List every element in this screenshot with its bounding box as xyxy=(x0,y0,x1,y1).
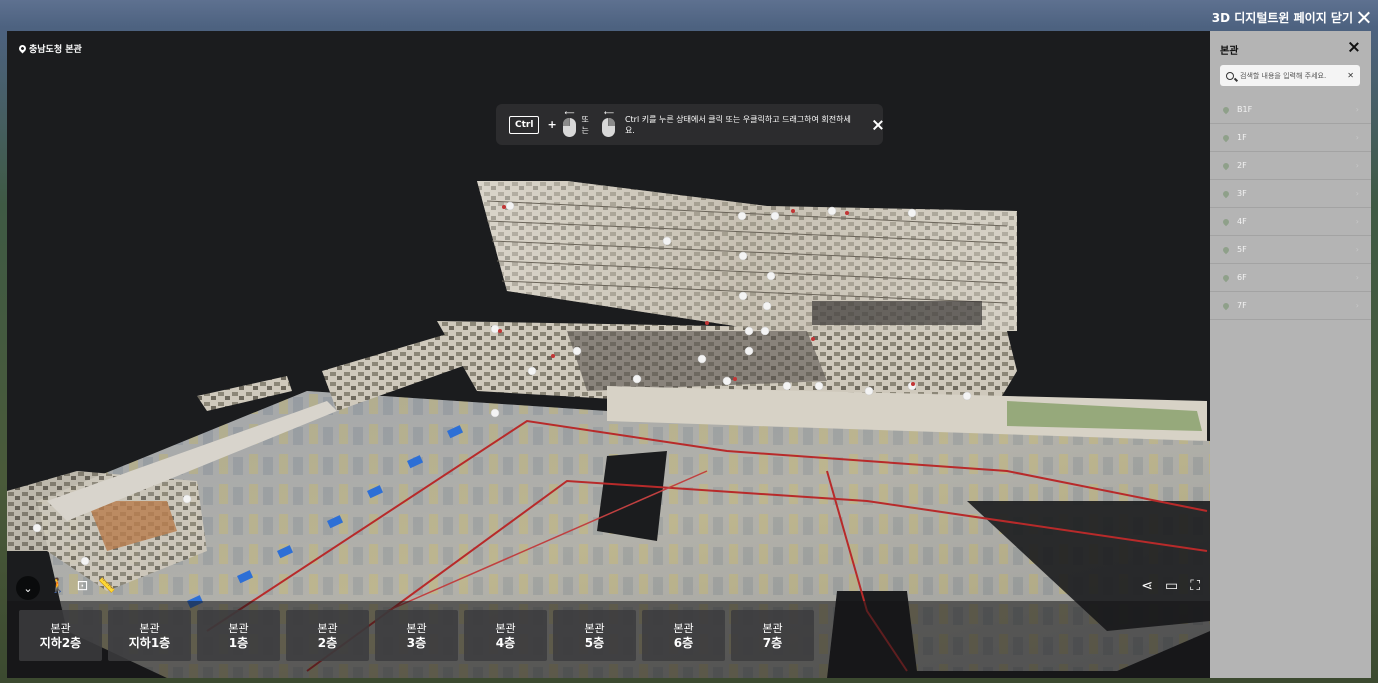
floor-building: 본관 xyxy=(584,621,605,635)
close-page-button[interactable]: 3D 디지털트윈 페이지 닫기 xyxy=(1212,9,1370,26)
close-icon[interactable] xyxy=(1349,42,1359,52)
location-pin-icon xyxy=(17,43,28,54)
pin-icon xyxy=(1221,301,1231,310)
pin-icon xyxy=(1221,273,1231,282)
ctrl-key-icon: Ctrl xyxy=(509,115,540,134)
mouse-right-click-icon: ⟵ xyxy=(602,109,615,137)
floor-button-b2[interactable]: 본관 지하2층 xyxy=(19,610,102,661)
top-bar: 3D 디지털트윈 페이지 닫기 xyxy=(0,0,1378,31)
floor-item-label: 7F xyxy=(1237,301,1247,310)
chevron-right-icon: › xyxy=(1355,189,1359,198)
floor-building: 본관 xyxy=(139,621,160,635)
search-input[interactable] xyxy=(1240,71,1340,80)
share-icon[interactable]: ⋖ xyxy=(1141,578,1153,594)
floor-button-3[interactable]: 본관 3층 xyxy=(375,610,458,661)
mouse-left-click-icon: ⟵ xyxy=(562,109,576,137)
floor-building: 본관 xyxy=(228,621,249,635)
3d-viewer[interactable]: 충남도청 본관 Ctrl + ⟵ 또는 ⟵ Ctrl 키를 누른 상태에서 클릭… xyxy=(7,31,1210,678)
chevron-right-icon: › xyxy=(1355,273,1359,282)
floor-button-1[interactable]: 본관 1층 xyxy=(197,610,280,661)
search-icon xyxy=(1226,71,1234,80)
floor-label: 6층 xyxy=(673,635,694,650)
floor-button-5[interactable]: 본관 5층 xyxy=(553,610,636,661)
chevron-down-icon: ⌄ xyxy=(23,581,33,595)
floor-label: 4층 xyxy=(495,635,516,650)
hint-text: Ctrl 키를 누른 상태에서 클릭 또는 우클릭하고 드래그하여 회전하세요. xyxy=(624,114,851,135)
floor-item-label: 3F xyxy=(1237,189,1247,198)
floor-label: 3층 xyxy=(406,635,427,650)
pin-icon xyxy=(1221,161,1231,170)
floor-label: 1층 xyxy=(228,635,249,650)
floor-button-7[interactable]: 본관 7층 xyxy=(731,610,814,661)
floor-list-item[interactable]: 7F › xyxy=(1210,292,1371,320)
view-mode-tools: 🚶 ⊡ 📏 xyxy=(49,578,116,594)
floor-list-item[interactable]: 2F › xyxy=(1210,152,1371,180)
floor-buttons: 본관 지하2층 본관 지하1층 본관 1층 본관 2층 본관 3층 본관 4층 … xyxy=(19,610,814,661)
vr-icon[interactable]: ▭ xyxy=(1165,578,1178,594)
floor-building: 본관 xyxy=(673,621,694,635)
floor-list-item[interactable]: B1F › xyxy=(1210,96,1371,124)
floor-list: B1F › 1F › 2F › 3F › 4F › 5F › 6F › 7F › xyxy=(1210,96,1371,320)
floor-list-item[interactable]: 4F › xyxy=(1210,208,1371,236)
floor-label: 지하1층 xyxy=(128,635,171,650)
clear-search-icon[interactable]: ✕ xyxy=(1347,71,1354,80)
or-label: 또는 xyxy=(581,114,589,135)
floor-building: 본관 xyxy=(50,621,71,635)
plus-sign: + xyxy=(547,118,557,131)
hint-close-icon[interactable] xyxy=(873,120,883,130)
floor-item-label: 1F xyxy=(1237,133,1247,142)
floor-button-b1[interactable]: 본관 지하1층 xyxy=(108,610,191,661)
floor-button-4[interactable]: 본관 4층 xyxy=(464,610,547,661)
floor-button-2[interactable]: 본관 2층 xyxy=(286,610,369,661)
rotate-hint-toast: Ctrl + ⟵ 또는 ⟵ Ctrl 키를 누른 상태에서 클릭 또는 우클릭하… xyxy=(496,104,883,145)
walk-icon[interactable]: 🚶 xyxy=(49,578,66,594)
floor-list-item[interactable]: 1F › xyxy=(1210,124,1371,152)
search-box: ✕ xyxy=(1220,65,1360,86)
chevron-right-icon: › xyxy=(1355,133,1359,142)
floor-label: 7층 xyxy=(762,635,783,650)
floor-item-label: 2F xyxy=(1237,161,1247,170)
floor-label: 지하2층 xyxy=(39,635,82,650)
floor-label: 5층 xyxy=(584,635,605,650)
floor-building: 본관 xyxy=(406,621,427,635)
floor-item-label: 5F xyxy=(1237,245,1247,254)
pin-icon xyxy=(1221,217,1231,226)
pin-icon xyxy=(1221,105,1231,114)
floor-building: 본관 xyxy=(317,621,338,635)
chevron-right-icon: › xyxy=(1355,217,1359,226)
viewer-right-tools: ⋖ ▭ ⛶ xyxy=(1141,578,1200,594)
close-page-label: 3D 디지털트윈 페이지 닫기 xyxy=(1211,11,1353,25)
chevron-right-icon: › xyxy=(1355,161,1359,170)
floor-list-item[interactable]: 6F › xyxy=(1210,264,1371,292)
pin-icon xyxy=(1221,133,1231,142)
chevron-right-icon: › xyxy=(1355,301,1359,310)
collapse-floors-button[interactable]: ⌄ xyxy=(16,576,40,600)
floor-list-item[interactable]: 3F › xyxy=(1210,180,1371,208)
location-text: 충남도청 본관 xyxy=(29,45,82,55)
location-label: 충남도청 본관 xyxy=(17,42,82,55)
floor-building: 본관 xyxy=(495,621,516,635)
floor-list-item[interactable]: 5F › xyxy=(1210,236,1371,264)
floor-item-label: B1F xyxy=(1237,105,1253,114)
floor-label: 2층 xyxy=(317,635,338,650)
chevron-right-icon: › xyxy=(1355,105,1359,114)
chevron-right-icon: › xyxy=(1355,245,1359,254)
floor-button-6[interactable]: 본관 6층 xyxy=(642,610,725,661)
floor-item-label: 6F xyxy=(1237,273,1247,282)
floor-building: 본관 xyxy=(762,621,783,635)
panel-title: 본관 xyxy=(1220,46,1239,57)
floorplan-icon[interactable]: ⊡ xyxy=(76,578,88,594)
fullscreen-icon[interactable]: ⛶ xyxy=(1190,578,1200,594)
close-icon xyxy=(1357,11,1370,24)
pin-icon xyxy=(1221,189,1231,198)
pin-icon xyxy=(1221,245,1231,254)
floor-panel: 본관 ✕ B1F › 1F › 2F › 3F › 4F › 5F › 6F › 7F › xyxy=(1210,31,1371,678)
measure-icon[interactable]: 📏 xyxy=(98,578,115,594)
floor-item-label: 4F xyxy=(1237,217,1247,226)
